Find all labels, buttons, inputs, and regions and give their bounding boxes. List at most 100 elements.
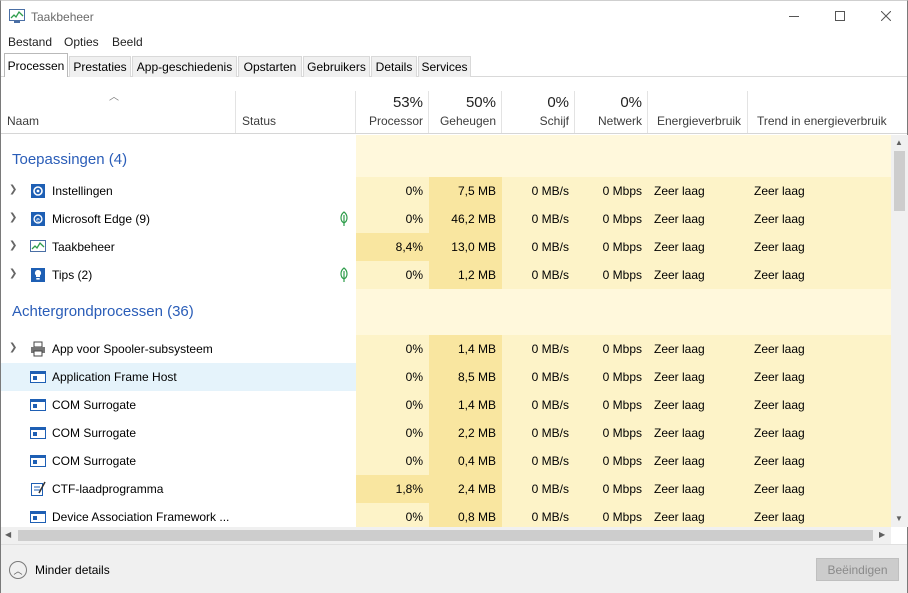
trend-value: Zeer laag xyxy=(754,184,805,198)
chevron-right-icon[interactable]: ❯ xyxy=(9,342,17,353)
window-icon xyxy=(30,399,46,411)
edge-icon: e xyxy=(31,212,45,226)
vertical-scroll-thumb[interactable] xyxy=(894,151,905,211)
col-network[interactable]: 0% Netwerk xyxy=(575,91,648,133)
scroll-down-icon[interactable]: ▼ xyxy=(895,514,903,523)
trend-value: Zeer laag xyxy=(754,398,805,412)
col-name-label: Naam xyxy=(7,114,40,128)
menu-beeld[interactable]: Beeld xyxy=(112,35,143,49)
col-name[interactable]: Naam xyxy=(1,91,236,133)
mem-cell: 2,2 MB xyxy=(429,419,502,447)
chevron-right-icon[interactable]: ❯ xyxy=(9,268,17,279)
end-task-button[interactable]: Beëindigen xyxy=(816,558,899,581)
tab-opstarten[interactable]: Opstarten xyxy=(238,56,302,77)
process-row[interactable]: COM Surrogate 0% 0,4 MB 0 MB/s 0 Mbps Zeer la… xyxy=(1,447,891,475)
process-row[interactable]: COM Surrogate 0% 1,4 MB 0 MB/s 0 Mbps Zeer la… xyxy=(1,391,891,419)
mem-value: 13,0 MB xyxy=(451,240,496,254)
disk-cell: 0 MB/s xyxy=(502,261,575,289)
trend-cell: Zeer laag xyxy=(748,205,891,233)
process-row[interactable]: ❯ e Microsoft Edge (9) 0% 46,2 MB 0 MB/s 0 Mbp… xyxy=(1,205,891,233)
chevron-right-icon[interactable]: ❯ xyxy=(9,184,17,195)
trend-value: Zeer laag xyxy=(754,482,805,496)
minimize-icon xyxy=(789,16,799,17)
disk-cell: 0 MB/s xyxy=(502,391,575,419)
tab-details[interactable]: Details xyxy=(371,56,417,77)
taskmanager-icon xyxy=(30,240,46,252)
process-row[interactable]: COM Surrogate 0% 2,2 MB 0 MB/s 0 Mbps Zeer la… xyxy=(1,419,891,447)
chevron-right-icon[interactable]: ❯ xyxy=(9,212,17,223)
mem-value: 0,8 MB xyxy=(457,510,496,524)
net-cell: 0 Mbps xyxy=(575,363,648,391)
col-disk[interactable]: 0% Schijf xyxy=(502,91,575,133)
col-status[interactable]: Status xyxy=(236,91,356,133)
menu-bestand[interactable]: Bestand xyxy=(8,35,52,49)
energy-cell: Zeer laag xyxy=(648,503,748,527)
disk-cell: 0 MB/s xyxy=(502,447,575,475)
scroll-right-icon[interactable]: ▶ xyxy=(879,530,885,539)
menu-opties[interactable]: Opties xyxy=(64,35,99,49)
horizontal-scroll-thumb[interactable] xyxy=(18,530,873,541)
maximize-button[interactable] xyxy=(817,1,863,31)
maximize-icon xyxy=(835,11,845,21)
disk-value: 0 MB/s xyxy=(531,342,569,356)
process-name: Tips (2) xyxy=(52,268,93,282)
col-energy-trend[interactable]: Trend in energieverbruik xyxy=(751,91,907,133)
group-header-row[interactable]: Achtergrondprocessen (36) xyxy=(1,293,891,321)
cpu-cell: 0% xyxy=(356,177,429,205)
mem-value: 2,2 MB xyxy=(457,426,496,440)
process-row[interactable]: Device Association Framework ... 0% 0,8 MB… xyxy=(1,503,891,527)
group-header-row[interactable]: Toepassingen (4) xyxy=(1,141,891,169)
cpu-value: 0% xyxy=(405,454,423,468)
scroll-up-icon[interactable]: ▲ xyxy=(895,138,903,147)
col-disk-label: Schijf xyxy=(539,114,569,128)
tab-processen[interactable]: Processen xyxy=(4,53,68,77)
net-value: 0 Mbps xyxy=(602,212,642,226)
process-row[interactable]: ❯ App voor Spooler-subsysteem 0% 1,4 MB 0 MB… xyxy=(1,335,891,363)
energy-cell: Zeer laag xyxy=(648,177,748,205)
disk-cell: 0 MB/s xyxy=(502,503,575,527)
energy-value: Zeer laag xyxy=(654,370,705,384)
horizontal-scrollbar[interactable]: ◀ ▶ xyxy=(1,527,891,544)
cpu-cell: 0% xyxy=(356,503,429,527)
cpu-cell: 1,8% xyxy=(356,475,429,503)
net-value: 0 Mbps xyxy=(602,184,642,198)
col-memory[interactable]: 50% Geheugen xyxy=(429,91,502,133)
memory-total: 50% xyxy=(465,94,496,111)
less-details-link[interactable]: Minder details xyxy=(35,563,110,577)
energy-value: Zeer laag xyxy=(654,426,705,440)
chevron-right-icon[interactable]: ❯ xyxy=(9,240,17,251)
cpu-total: 53% xyxy=(392,94,423,111)
process-row[interactable]: CTF-laadprogramma 1,8% 2,4 MB 0 MB/s 0 Mbps Z… xyxy=(1,475,891,503)
mem-cell: 2,4 MB xyxy=(429,475,502,503)
process-row[interactable]: ❯ Instellingen 0% 7,5 MB 0 MB/s 0 Mbps Zeer la… xyxy=(1,177,891,205)
tab-app-geschiedenis[interactable]: App-geschiedenis xyxy=(132,56,237,77)
mem-cell: 13,0 MB xyxy=(429,233,502,261)
tab-services[interactable]: Services xyxy=(418,56,471,77)
net-value: 0 Mbps xyxy=(602,454,642,468)
process-row[interactable]: ❯ Tips (2) 0% 1,2 MB 0 MB/s 0 Mbps Zeer laag Ze… xyxy=(1,261,891,289)
mem-cell: 1,4 MB xyxy=(429,391,502,419)
tab-gebruikers[interactable]: Gebruikers xyxy=(303,56,370,77)
minimize-button[interactable] xyxy=(771,1,817,31)
process-list: Toepassingen (4) ❯ Instellingen 0% 7,5 MB 0 M… xyxy=(1,135,891,527)
col-divider[interactable] xyxy=(747,91,748,133)
close-button[interactable] xyxy=(863,1,908,31)
trend-value: Zeer laag xyxy=(754,212,805,226)
scroll-left-icon[interactable]: ◀ xyxy=(5,530,11,539)
chevron-up-circle-icon[interactable]: ︿ xyxy=(9,561,27,579)
col-cpu[interactable]: 53% Processor xyxy=(356,91,429,133)
window-icon xyxy=(30,427,46,439)
energy-value: Zeer laag xyxy=(654,268,705,282)
col-energy[interactable]: Energieverbruik xyxy=(651,91,748,133)
net-cell: 0 Mbps xyxy=(575,419,648,447)
vertical-scrollbar[interactable]: ▲ ▼ xyxy=(891,135,908,527)
tab-prestaties[interactable]: Prestaties xyxy=(69,56,131,77)
cpu-value: 0% xyxy=(405,510,423,524)
col-divider[interactable] xyxy=(647,91,648,133)
cpu-value: 0% xyxy=(405,268,423,282)
disk-cell: 0 MB/s xyxy=(502,205,575,233)
cpu-value: 0% xyxy=(405,212,423,226)
process-row[interactable]: Application Frame Host 0% 8,5 MB 0 MB/s 0 Mb… xyxy=(1,363,891,391)
process-row[interactable]: ❯ Taakbeheer 8,4% 13,0 MB 0 MB/s 0 Mbps Zeer l… xyxy=(1,233,891,261)
trend-value: Zeer laag xyxy=(754,342,805,356)
